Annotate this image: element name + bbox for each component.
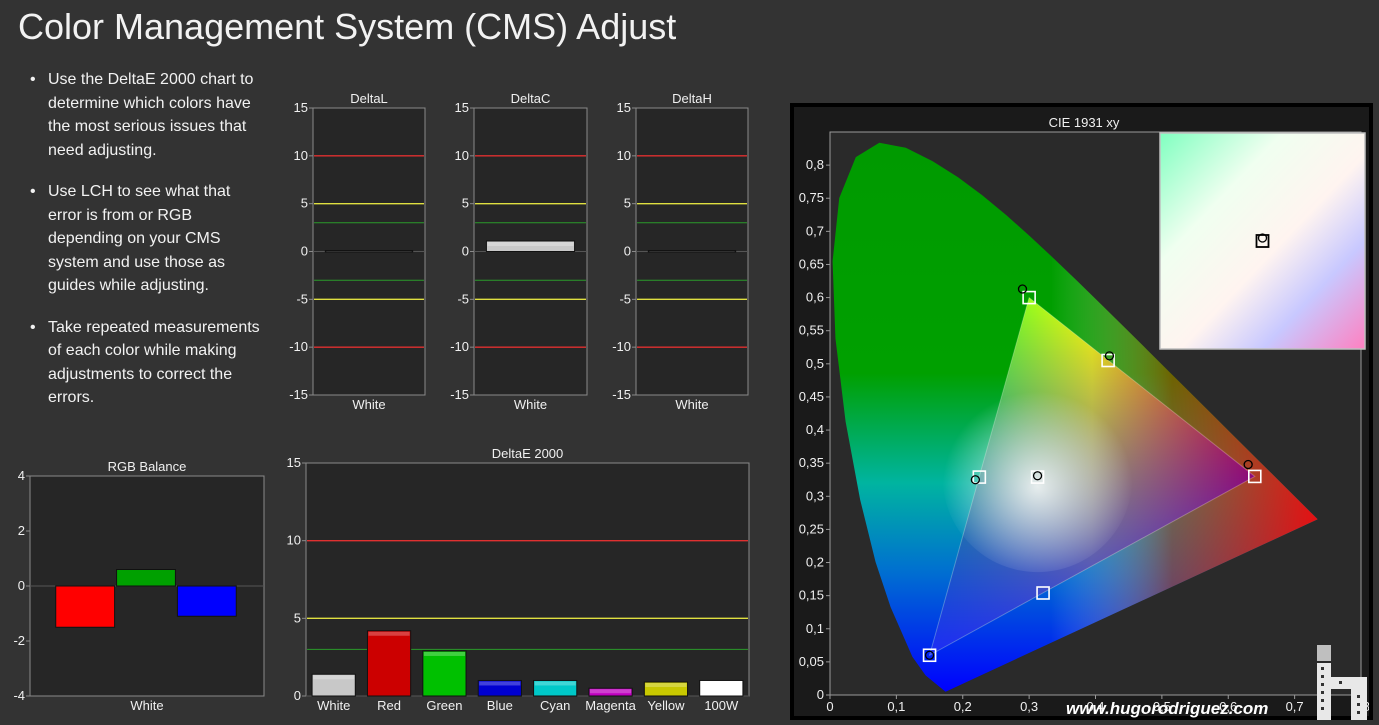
y-tick-label: 5 [462,196,469,211]
hr-logo-icon [1317,645,1367,720]
bar [176,585,237,617]
x-tick-label: 0 [826,699,833,714]
deltaE-chart: DeltaE 2000 15 10 5 0 White Red Green Blue Cyan Ma… [287,446,750,713]
y-tick-label: 5 [294,610,301,625]
chart-title: RGB Balance [108,459,187,474]
x-tick-label: 0,2 [954,699,972,714]
x-tick-label: Red [377,698,401,713]
y-tick-label: -5 [457,291,469,306]
y-tick-label: 0,15 [799,588,824,603]
y-tick-label: -5 [296,291,308,306]
y-tick-label: 10 [287,533,301,548]
y-tick-label: 0 [18,578,25,593]
y-tick-label: 0,05 [799,654,824,669]
deltaC-chart: DeltaC 15 10 5 0 -5 -10 -15 White [450,91,588,412]
y-tick-label: -5 [619,291,631,306]
y-tick-label: 0,2 [806,555,824,570]
cie-chart-frame: CIE 1931 xy 0 0,1 0,2 0,3 0,4 0,5 0,6 0,7 0,8 0 0,0… [790,103,1373,720]
x-tick-label: White [675,397,708,412]
x-tick-label: 100W [704,698,739,713]
cie-title: CIE 1931 xy [1049,115,1120,130]
y-tick-label: 10 [294,148,308,163]
y-tick-label: 0,7 [806,223,824,238]
y-tick-label: -10 [289,339,308,354]
zoom-inset [1159,132,1366,350]
y-tick-label: 4 [18,468,25,483]
bar [55,585,116,628]
bar-highlight [368,631,410,636]
y-tick-label: 0,45 [799,389,824,404]
x-tick-label: Cyan [540,698,570,713]
bar-highlight [326,251,412,253]
y-tick-label: 0,8 [806,157,824,172]
bar-highlight [649,251,735,253]
chart-title: DeltaC [511,91,551,106]
y-tick-label: 15 [287,455,301,470]
x-tick-label: White [130,698,163,713]
x-tick-label: White [352,397,385,412]
bar-highlight [589,689,632,694]
y-tick-label: 0,6 [806,290,824,305]
x-tick-label: 0,7 [1286,699,1304,714]
chart-title: DeltaE 2000 [492,446,564,461]
chart-title: DeltaL [350,91,388,106]
white-point-glow [942,382,1133,573]
bar-highlight [700,681,742,686]
y-tick-label: 5 [624,196,631,211]
y-tick-label: -15 [612,387,631,402]
y-tick-label: 0 [462,244,469,259]
bar [422,650,467,697]
y-tick-label: 0,25 [799,521,824,536]
y-tick-label: -10 [450,339,469,354]
y-tick-label: 15 [294,100,308,115]
y-tick-label: 0,4 [806,422,824,437]
bar-highlight [423,651,466,656]
y-tick-label: 0,5 [806,356,824,371]
x-tick-label: White [317,698,350,713]
y-tick-label: 0 [294,688,301,703]
y-tick-label: -10 [612,339,631,354]
y-tick-label: 2 [18,523,25,538]
y-tick-label: -2 [13,633,25,648]
bar-highlight [645,683,687,688]
bar [366,630,412,697]
y-tick-label: 5 [301,196,308,211]
x-tick-label: Magenta [585,698,636,713]
y-tick-label: -15 [450,387,469,402]
y-tick-label: -4 [13,688,25,703]
y-tick-label: 15 [455,100,469,115]
y-tick-label: 15 [617,100,631,115]
x-tick-label: 0,1 [887,699,905,714]
y-tick-label: 0 [624,244,631,259]
bar-highlight [487,241,574,246]
bar-highlight [313,675,355,680]
y-tick-label: 0,75 [799,190,824,205]
deltaH-chart: DeltaH 15 10 5 0 -5 -10 -15 White [612,91,749,412]
chart-title: DeltaH [672,91,712,106]
y-tick-label: 10 [455,148,469,163]
y-tick-label: 0 [817,687,824,702]
y-tick-label: 0 [301,244,308,259]
y-tick-label: 0,3 [806,488,824,503]
rgb-chart: RGB Balance 4 2 0 -2 -4 White [13,459,265,713]
y-tick-label: 10 [617,148,631,163]
y-tick-label: 0,65 [799,256,824,271]
deltaL-chart: DeltaL 15 10 5 0 -5 -10 -15 White [289,91,426,412]
bar [116,569,176,587]
bar-highlight [534,681,576,686]
y-tick-label: -15 [289,387,308,402]
watermark-text: www.hugorodriguez.com [1066,699,1269,718]
y-tick-label: 0,35 [799,455,824,470]
x-tick-label: Yellow [647,698,685,713]
cie-chart: CIE 1931 xy 0 0,1 0,2 0,3 0,4 0,5 0,6 0,7 0,8 0 0,0… [799,115,1370,714]
x-tick-label: White [514,397,547,412]
x-tick-label: Blue [487,698,513,713]
y-tick-label: 0,55 [799,323,824,338]
charts-canvas: DeltaL 15 10 5 0 -5 -10 -15 White DeltaC 15 10 5 0 -5 -… [13,91,750,713]
bar-highlight [479,681,521,686]
x-tick-label: Green [426,698,462,713]
x-tick-label: 0,3 [1020,699,1038,714]
y-tick-label: 0,1 [806,621,824,636]
